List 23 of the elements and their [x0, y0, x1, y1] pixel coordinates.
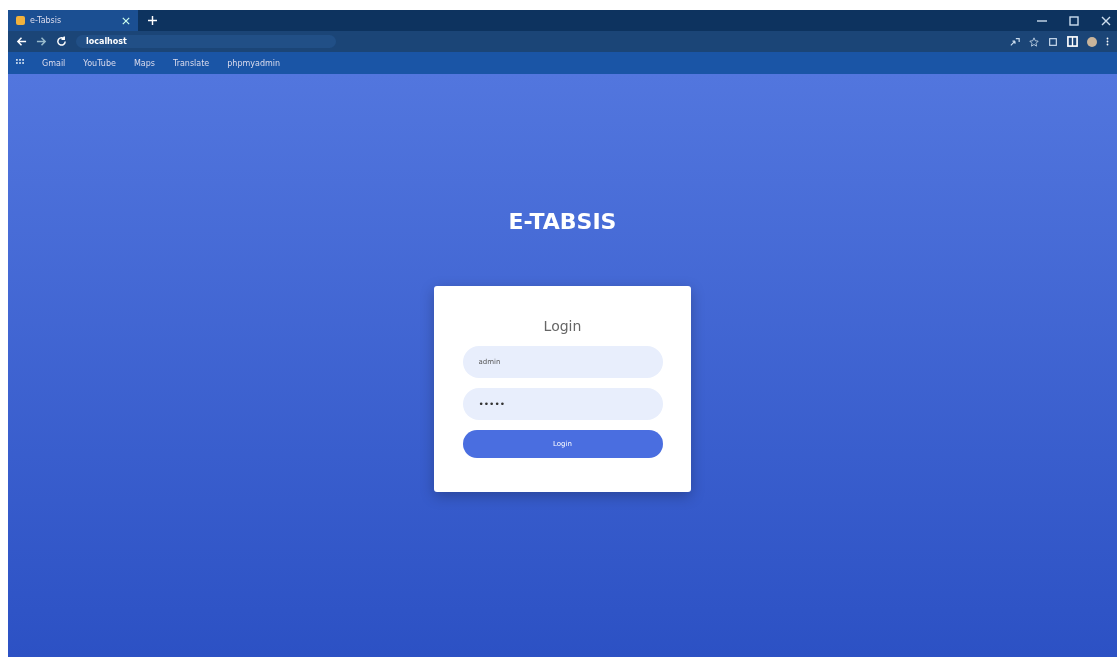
close-icon[interactable] [1101, 15, 1111, 26]
bookmark-link[interactable]: phpmyadmin [227, 58, 281, 68]
apps-icon[interactable] [16, 59, 24, 67]
password-field[interactable]: ••••• [462, 388, 663, 420]
bookmark-link[interactable]: Translate [172, 58, 210, 68]
sidebar-icon[interactable] [1067, 36, 1078, 47]
address-bar[interactable]: localhost [76, 35, 336, 48]
share-icon[interactable] [1010, 36, 1020, 47]
star-icon[interactable] [1029, 36, 1039, 47]
back-icon[interactable] [16, 36, 27, 47]
favicon-icon [16, 16, 25, 25]
forward-icon[interactable] [36, 36, 47, 47]
login-heading: Login [543, 318, 582, 334]
app-title: E-TABSIS [508, 209, 617, 234]
bookmark-link[interactable]: YouTube [83, 58, 116, 68]
reload-icon[interactable] [56, 36, 67, 47]
bookmark-link[interactable]: Gmail [42, 58, 66, 68]
bookmark-link[interactable]: Maps [133, 58, 155, 68]
maximize-icon[interactable] [1069, 15, 1079, 26]
new-tab-icon[interactable] [148, 16, 157, 25]
menu-icon[interactable] [1106, 36, 1109, 47]
browser-tab[interactable]: e-Tabsis [8, 10, 138, 31]
profile-avatar[interactable] [1087, 36, 1097, 47]
